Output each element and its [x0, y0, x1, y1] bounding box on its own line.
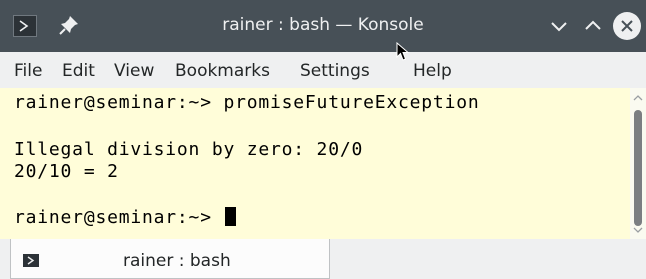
menu-file[interactable]: File — [14, 61, 42, 81]
terminal-tab-icon — [23, 254, 39, 267]
konsole-window: rainer : bash — Konsole File Edit View B… — [0, 0, 646, 279]
tab-rainer-bash[interactable]: rainer : bash — [10, 239, 330, 279]
terminal-line: Illegal division by zero: 20/0 — [14, 139, 364, 160]
tab-bar: rainer : bash — [0, 239, 646, 279]
scrollbar-thumb[interactable] — [634, 110, 642, 226]
tab-label: rainer : bash — [123, 251, 231, 271]
vertical-scrollbar[interactable] — [630, 88, 646, 239]
terminal-prompt: rainer@seminar:~> — [14, 207, 224, 228]
menu-edit[interactable]: Edit — [62, 61, 95, 81]
menu-view[interactable]: View — [114, 61, 154, 81]
scroll-up-icon[interactable] — [633, 94, 643, 102]
terminal-prompt-line: rainer@seminar:~> — [14, 207, 237, 229]
close-icon — [621, 20, 633, 32]
minimize-icon[interactable] — [546, 13, 572, 39]
mouse-pointer-icon — [396, 42, 410, 61]
terminal-output[interactable]: rainer@seminar:~> promiseFutureException… — [0, 88, 630, 239]
menu-bookmarks[interactable]: Bookmarks — [175, 61, 270, 81]
scroll-down-icon[interactable] — [633, 226, 643, 234]
menu-help[interactable]: Help — [413, 61, 452, 81]
text-cursor — [225, 207, 237, 226]
terminal-line: 20/10 = 2 — [14, 161, 119, 182]
title-bar[interactable]: rainer : bash — Konsole — [0, 0, 646, 52]
menu-settings[interactable]: Settings — [300, 61, 370, 81]
terminal-line: rainer@seminar:~> promiseFutureException — [14, 92, 480, 113]
menu-bar: File Edit View Bookmarks Settings Help — [0, 52, 646, 88]
maximize-icon[interactable] — [580, 13, 606, 39]
close-button[interactable] — [613, 12, 641, 40]
